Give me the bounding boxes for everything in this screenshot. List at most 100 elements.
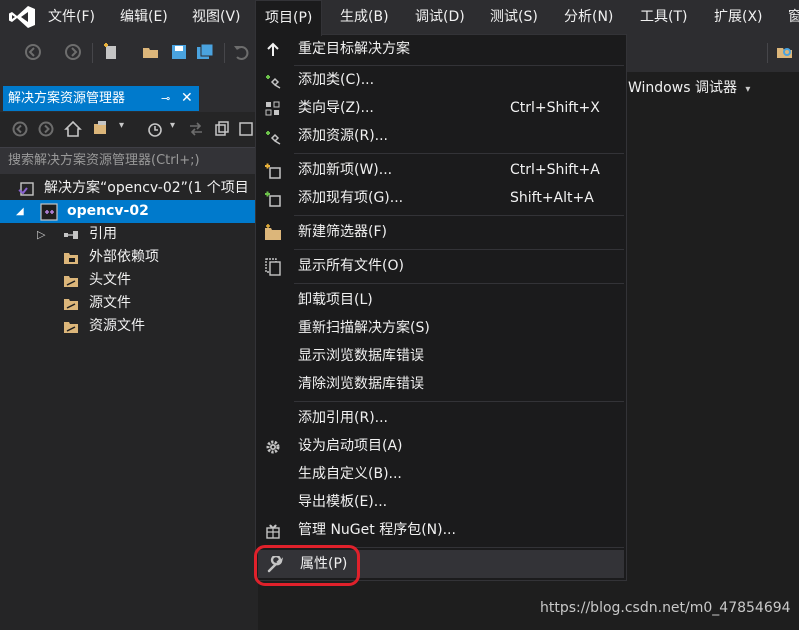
menu-item-label: 管理 NuGet 程序包(N)... xyxy=(298,522,456,538)
save-icon[interactable] xyxy=(170,43,188,61)
forward-icon[interactable] xyxy=(38,121,54,137)
tree-item-label: 解决方案“opencv-02”(1 个项目 xyxy=(44,180,249,196)
menu-view[interactable]: 视图(V) xyxy=(183,0,250,34)
project-menu-dropdown: 重定目标解决方案 添加类(C)... 类向导(Z)... Ctrl+Shift+… xyxy=(255,34,627,581)
annotation-highlight-ring xyxy=(254,545,360,586)
menu-item-label: 添加资源(R)... xyxy=(298,128,389,144)
menu-item-label: 添加引用(R)... xyxy=(298,410,389,426)
solution-icon xyxy=(18,182,34,196)
collapse-all-icon[interactable] xyxy=(238,121,254,137)
menu-item-label: 添加新项(W)... xyxy=(298,162,393,178)
cpp-project-icon xyxy=(40,203,58,221)
menu-separator xyxy=(294,215,624,216)
menu-edit[interactable]: 编辑(E) xyxy=(111,0,177,34)
menu-item-add-reference[interactable]: 添加引用(R)... xyxy=(256,404,626,432)
menu-item-class-wizard[interactable]: 类向导(Z)... Ctrl+Shift+X xyxy=(256,94,626,122)
menu-item-label: 设为启动项目(A) xyxy=(298,438,403,454)
tree-item-resource-files[interactable]: 资源文件 xyxy=(0,315,258,338)
tree-item-project[interactable]: ◢ opencv-02 xyxy=(0,200,258,223)
solution-tree: 解决方案“opencv-02”(1 个项目 ◢ opencv-02 ▷ 引用 外… xyxy=(0,174,258,630)
toolbar-separator xyxy=(767,43,768,63)
menu-item-add-class[interactable]: 添加类(C)... xyxy=(256,66,626,94)
menu-bar: 文件(F) 编辑(E) 视图(V) 项目(P) 生成(B) 调试(D) 测试(S… xyxy=(0,0,799,36)
close-icon[interactable]: ✕ xyxy=(181,86,195,111)
filter-folder-icon xyxy=(64,276,78,287)
references-icon xyxy=(64,231,78,239)
menu-item-label: 生成自定义(B)... xyxy=(298,466,402,482)
menu-item-retarget-solution[interactable]: 重定目标解决方案 xyxy=(256,35,626,63)
toolbar-separator xyxy=(224,43,225,63)
filter-folder-icon xyxy=(64,253,78,264)
menu-item-show-browse-db-errors[interactable]: 显示浏览数据库错误 xyxy=(256,342,626,370)
solution-explorer-search-input[interactable]: 搜索解决方案资源管理器(Ctrl+;) xyxy=(0,148,258,174)
menu-item-add-existing-item[interactable]: 添加现有项(G)... Shift+Alt+A xyxy=(256,184,626,212)
save-all-icon[interactable] xyxy=(196,43,214,61)
menu-item-shortcut: Ctrl+Shift+A xyxy=(510,162,600,178)
menu-item-set-as-startup[interactable]: 设为启动项目(A) xyxy=(256,432,626,460)
open-folder-icon[interactable] xyxy=(142,43,160,61)
chevron-down-icon[interactable]: ▾ xyxy=(170,120,175,131)
menu-item-label: 添加现有项(G)... xyxy=(298,190,404,206)
switch-views-icon[interactable] xyxy=(92,120,112,138)
menu-project[interactable]: 项目(P) xyxy=(255,0,323,36)
menu-item-add-resource[interactable]: 添加资源(R)... xyxy=(256,122,626,150)
menu-window[interactable]: 窗 xyxy=(779,0,799,34)
toolbar-separator xyxy=(92,43,93,63)
find-in-files-icon[interactable] xyxy=(776,43,794,61)
refresh-icon[interactable] xyxy=(214,121,230,137)
filter-folder-icon xyxy=(64,322,78,333)
sync-with-active-document-icon[interactable] xyxy=(188,121,204,137)
visual-studio-logo-icon[interactable] xyxy=(8,5,36,29)
menu-tools[interactable]: 工具(T) xyxy=(631,0,696,34)
menu-item-unload-project[interactable]: 卸载项目(L) xyxy=(256,286,626,314)
menu-item-label: 类向导(Z)... xyxy=(298,100,374,116)
tree-item-solution[interactable]: 解决方案“opencv-02”(1 个项目 xyxy=(0,177,258,200)
home-icon[interactable] xyxy=(64,120,82,138)
local-debugger-dropdown[interactable]: Windows 调试器 ▾ xyxy=(628,77,750,97)
solution-explorer-toolbar: ▾ ▾ xyxy=(0,112,258,148)
tree-item-label: 资源文件 xyxy=(89,318,145,334)
filter-folder-icon xyxy=(64,299,78,310)
tab-solution-explorer[interactable]: 解决方案资源管理器 ⊸ ✕ xyxy=(3,86,199,111)
new-filter-folder-icon xyxy=(265,224,281,240)
menu-analyze[interactable]: 分析(N) xyxy=(555,0,622,34)
menu-item-label: 导出模板(E)... xyxy=(298,494,388,510)
menu-item-add-new-item[interactable]: 添加新项(W)... Ctrl+Shift+A xyxy=(256,156,626,184)
pending-changes-filter-icon[interactable] xyxy=(146,120,164,138)
tree-item-references[interactable]: ▷ 引用 xyxy=(0,223,258,246)
menu-separator xyxy=(294,283,624,284)
menu-extensions[interactable]: 扩展(X) xyxy=(705,0,772,34)
menu-item-export-template[interactable]: 导出模板(E)... xyxy=(256,488,626,516)
chevron-down-icon[interactable]: ▾ xyxy=(119,120,124,131)
menu-file[interactable]: 文件(F) xyxy=(39,0,104,34)
menu-item-new-filter[interactable]: 新建筛选器(F) xyxy=(256,218,626,246)
menu-item-show-all-files[interactable]: 显示所有文件(O) xyxy=(256,252,626,280)
menu-test[interactable]: 测试(S) xyxy=(481,0,547,34)
menu-item-shortcut: Shift+Alt+A xyxy=(510,190,594,206)
debugger-label: Windows 调试器 xyxy=(628,80,737,96)
navigate-forward-icon[interactable] xyxy=(64,43,82,61)
collapsed-arrow-icon[interactable]: ▷ xyxy=(37,223,45,246)
menu-debug[interactable]: 调试(D) xyxy=(406,0,474,34)
pin-icon[interactable]: ⊸ xyxy=(161,86,175,111)
undo-icon[interactable] xyxy=(232,43,250,61)
tree-item-external-dependencies[interactable]: 外部依赖项 xyxy=(0,246,258,269)
add-class-icon xyxy=(266,75,281,89)
menu-item-build-customizations[interactable]: 生成自定义(B)... xyxy=(256,460,626,488)
tree-item-header-files[interactable]: 头文件 xyxy=(0,269,258,292)
menu-item-manage-nuget[interactable]: 管理 NuGet 程序包(N)... xyxy=(256,516,626,544)
add-resource-icon xyxy=(266,131,281,145)
add-new-item-icon xyxy=(265,163,281,179)
back-icon[interactable] xyxy=(12,121,28,137)
menu-item-clear-browse-db-errors[interactable]: 清除浏览数据库错误 xyxy=(256,370,626,398)
expanded-arrow-icon[interactable]: ◢ xyxy=(16,200,24,223)
menu-item-label: 重新扫描解决方案(S) xyxy=(298,320,430,336)
new-project-icon[interactable] xyxy=(102,43,120,61)
tree-item-source-files[interactable]: 源文件 xyxy=(0,292,258,315)
tree-item-label: 引用 xyxy=(89,226,117,242)
tree-item-label: 源文件 xyxy=(89,295,131,311)
navigate-back-icon[interactable] xyxy=(24,43,42,61)
gear-icon xyxy=(266,440,280,454)
menu-build[interactable]: 生成(B) xyxy=(331,0,398,34)
menu-item-rescan-solution[interactable]: 重新扫描解决方案(S) xyxy=(256,314,626,342)
